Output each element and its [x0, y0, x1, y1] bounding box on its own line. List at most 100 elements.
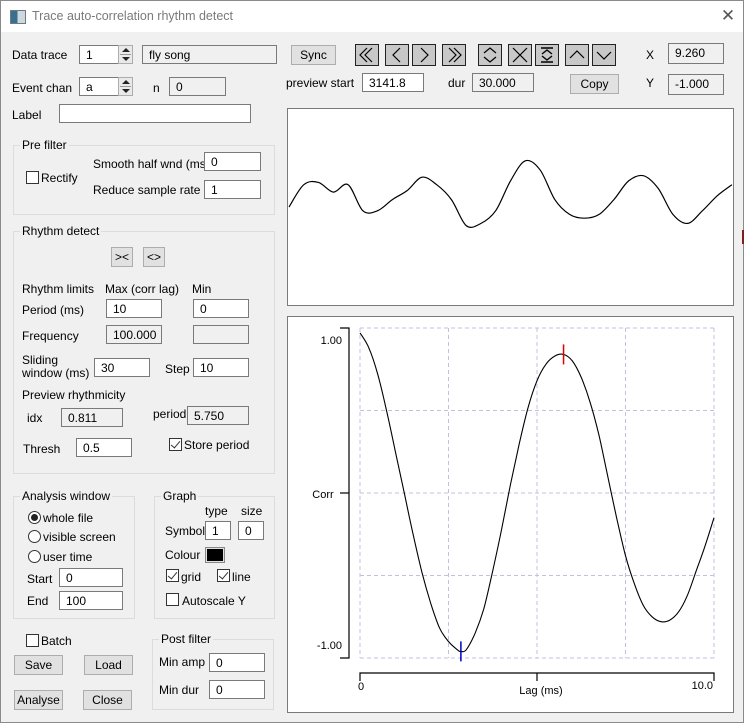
- close-button[interactable]: Close: [83, 690, 132, 710]
- min-dur-label: Min dur: [159, 683, 200, 697]
- batch-checkbox[interactable]: [26, 634, 39, 647]
- max-label: Max (corr lag): [105, 282, 180, 296]
- rhythm-detect-title: Rhythm detect: [20, 224, 102, 238]
- title-bar: Trace auto-correlation rhythm detect ✕: [1, 1, 743, 32]
- trace-preview-panel[interactable]: [287, 108, 734, 306]
- x-readout: 9.260: [668, 43, 724, 64]
- trace-line: [288, 159, 733, 228]
- preview-start-input[interactable]: 3141.8: [362, 73, 424, 92]
- thresh-input[interactable]: 0.5: [76, 438, 132, 457]
- radio-whole-file[interactable]: [28, 511, 41, 524]
- post-filter-title: Post filter: [159, 632, 214, 646]
- start-label: Start: [27, 572, 53, 586]
- line-checkbox[interactable]: [217, 569, 230, 582]
- expand-vertical-icon: [483, 47, 497, 63]
- colour-label: Colour: [165, 548, 201, 562]
- event-chan-spinner[interactable]: [118, 77, 133, 96]
- label-input[interactable]: [59, 104, 251, 123]
- sync-button[interactable]: Sync: [291, 45, 336, 65]
- end-input[interactable]: 100: [59, 591, 123, 610]
- post-filter-group: Post filter: [152, 632, 274, 710]
- idx-field: 0.811: [61, 408, 123, 427]
- sliding-window-input[interactable]: 30: [94, 358, 150, 377]
- period-out-field: 5.750: [187, 406, 249, 425]
- close-icon[interactable]: ✕: [719, 7, 737, 25]
- grid-checkbox[interactable]: [166, 569, 179, 582]
- rectify-label: Rectify: [41, 171, 78, 185]
- scroll-start-button[interactable]: [355, 44, 379, 66]
- event-chan-label: Event chan: [12, 81, 73, 95]
- save-button[interactable]: Save: [14, 655, 63, 675]
- scroll-left-button[interactable]: [385, 44, 409, 66]
- label-label: Label: [12, 108, 42, 122]
- dur-field: 30.000: [472, 73, 534, 92]
- radio-visible-screen[interactable]: [28, 530, 41, 543]
- smooth-label: Smooth half wnd (ms): [93, 157, 210, 171]
- shift-down-button[interactable]: [592, 44, 616, 66]
- x-axis-label: Lag (ms): [519, 685, 562, 697]
- sliding-label: Sliding: [22, 353, 59, 367]
- batch-label: Batch: [41, 634, 72, 648]
- load-button[interactable]: Load: [84, 655, 133, 675]
- line-label: line: [232, 570, 251, 584]
- smooth-input[interactable]: 0: [204, 152, 261, 171]
- end-label: End: [27, 594, 49, 608]
- frequency-min-field: [193, 325, 249, 344]
- compress-vertical-icon: [512, 47, 528, 63]
- scroll-right-button[interactable]: [412, 44, 436, 66]
- store-period-label: Store period: [184, 438, 250, 452]
- colour-swatch-fill: [207, 549, 223, 561]
- step-input[interactable]: 10: [193, 358, 249, 377]
- radio-user-time[interactable]: [28, 550, 41, 563]
- data-trace-spinner[interactable]: [118, 45, 133, 64]
- symbol-size-input[interactable]: 0: [238, 521, 264, 540]
- min-amp-label: Min amp: [159, 655, 206, 669]
- preview-start-label: preview start: [286, 76, 355, 90]
- period-out-label: period: [153, 407, 187, 421]
- sliding-label-2: window (ms): [22, 366, 90, 380]
- copy-button[interactable]: Copy: [570, 74, 619, 94]
- narrow-button[interactable]: ><: [111, 247, 133, 267]
- x-label: X: [646, 48, 655, 62]
- symbol-label: Symbol: [165, 524, 206, 538]
- min-amp-input[interactable]: 0: [209, 653, 265, 672]
- start-input[interactable]: 0: [59, 568, 123, 587]
- n-label: n: [153, 81, 160, 95]
- graph-title: Graph: [161, 489, 199, 503]
- y-tick-label-bottom: -1.00: [317, 640, 342, 652]
- data-trace-input[interactable]: 1: [79, 45, 119, 64]
- window-title: Trace auto-correlation rhythm detect: [32, 9, 234, 23]
- x-tick-label-left: 0: [358, 681, 364, 693]
- type-label: type: [205, 504, 228, 518]
- compress-y-button[interactable]: [508, 44, 532, 66]
- pre-filter-title: Pre filter: [20, 138, 69, 152]
- analyse-button[interactable]: Analyse: [14, 690, 63, 710]
- data-trace-label: Data trace: [12, 48, 68, 62]
- store-period-checkbox[interactable]: [169, 438, 182, 451]
- dur-label: dur: [448, 76, 466, 90]
- event-chan-input[interactable]: a: [79, 77, 119, 96]
- min-dur-input[interactable]: 0: [209, 680, 265, 699]
- rectify-checkbox[interactable]: [26, 171, 39, 184]
- x-tick-label-right: 10.0: [692, 680, 713, 692]
- preview-rhythmicity-label: Preview rhythmicity: [22, 388, 126, 402]
- trace-preview-chart: [288, 159, 733, 228]
- widen-button[interactable]: <>: [143, 247, 165, 267]
- symbol-type-input[interactable]: 1: [205, 521, 231, 540]
- autoscale-checkbox[interactable]: [166, 593, 179, 606]
- shift-up-button[interactable]: [565, 44, 589, 66]
- app-icon: [10, 10, 26, 24]
- user-time-label: user time: [43, 550, 93, 564]
- fit-y-button[interactable]: [535, 44, 559, 66]
- correlation-panel[interactable]: 1.00 -1.00 Corr 0 10.0 Lag (ms): [287, 316, 734, 713]
- fit-vertical-icon: [541, 47, 553, 63]
- colour-swatch-button[interactable]: [205, 547, 225, 563]
- period-max-input[interactable]: 10: [106, 299, 162, 318]
- reduce-input[interactable]: 1: [204, 180, 261, 199]
- autoscale-label: Autoscale Y: [182, 594, 246, 608]
- scroll-end-button[interactable]: [442, 44, 466, 66]
- y-label: Y: [646, 76, 655, 90]
- period-min-input[interactable]: 0: [193, 299, 249, 318]
- size-label: size: [241, 504, 263, 518]
- expand-y-button[interactable]: [478, 44, 502, 66]
